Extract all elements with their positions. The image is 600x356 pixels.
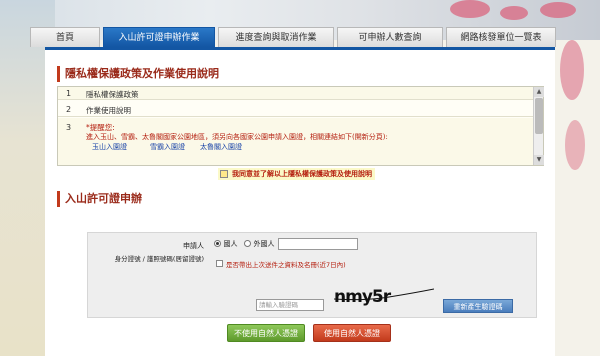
- radio-foreign-label: 外國人: [253, 240, 275, 248]
- id-label: 身分證號 / 護照號碼(居留證號): [114, 255, 204, 263]
- blossom-decoration: [565, 120, 585, 170]
- privacy-section-title: 隱私權保護政策及作業使用說明: [57, 66, 219, 82]
- row-number: 3: [66, 123, 72, 132]
- application-form: 申請人 身分證號 / 護照號碼(居留證號) 國人 外國人 是否帶出上次送件之資料…: [87, 232, 537, 318]
- link-shei-pa[interactable]: 雪霸入園證: [150, 142, 185, 152]
- radio-foreign-circle[interactable]: [244, 240, 251, 247]
- row-number: 1: [66, 89, 72, 98]
- link-taroko[interactable]: 太魯閣入園證: [200, 142, 242, 152]
- captcha-image: nmy5r: [333, 285, 435, 309]
- captcha-text: nmy5r: [334, 287, 391, 307]
- privacy-policy-link[interactable]: 隱私權保護政策: [86, 89, 139, 100]
- row-number: 2: [66, 105, 72, 114]
- captcha-input[interactable]: 請輸入驗證碼: [256, 299, 324, 311]
- list-item: 3 *提醒您: 進入玉山、雪霸、太魯閣國家公園地區，須另向各國家公園申請入園證，…: [58, 118, 534, 165]
- agree-checkbox-row[interactable]: 我同意並了解以上隱私權保護政策及使用說明: [218, 168, 375, 180]
- policy-list: 1 隱私權保護政策 2 作業使用說明 3 *提醒您: 進入玉山、雪霸、太魯閣國家…: [57, 86, 544, 166]
- radio-domestic-circle[interactable]: [214, 240, 221, 247]
- radio-domestic[interactable]: 國人: [214, 239, 238, 249]
- content-panel: 隱私權保護政策及作業使用說明 1 隱私權保護政策 2 作業使用說明 3 *提醒您…: [45, 47, 555, 356]
- scrollbar[interactable]: ▲ ▼: [533, 87, 544, 165]
- scroll-thumb[interactable]: [535, 98, 543, 134]
- radio-domestic-label: 國人: [223, 240, 238, 248]
- reuse-data-label: 是否帶出上次送件之資料及名冊(近7日內): [226, 261, 346, 269]
- no-certificate-button[interactable]: 不使用自然人憑證: [227, 324, 305, 342]
- blossom-decoration: [500, 6, 528, 20]
- tab-issuing-units[interactable]: 網路核發單位一覽表: [446, 27, 556, 47]
- link-yushan[interactable]: 玉山入園證: [92, 142, 127, 152]
- tab-home[interactable]: 首頁: [30, 27, 100, 47]
- application-section-title: 入山許可證申辦: [57, 191, 142, 207]
- scroll-down-icon[interactable]: ▼: [534, 155, 544, 165]
- agree-label: 我同意並了解以上隱私權保護政策及使用說明: [232, 170, 372, 178]
- tab-progress-query[interactable]: 進度查詢與取消作業: [218, 27, 334, 47]
- list-item[interactable]: 1 隱私權保護政策: [58, 87, 534, 100]
- blossom-decoration: [540, 2, 576, 18]
- label-column: 申請人 身分證號 / 護照號碼(居留證號): [88, 233, 208, 319]
- regenerate-captcha-button[interactable]: 重新產生驗證碼: [443, 299, 513, 313]
- certificate-button[interactable]: 使用自然人憑證: [313, 324, 391, 342]
- tab-quota-query[interactable]: 可申辦人數查詢: [337, 27, 443, 47]
- blossom-decoration: [450, 0, 490, 18]
- reuse-data-checkbox[interactable]: [216, 260, 223, 267]
- usage-guide-link[interactable]: 作業使用說明: [86, 105, 131, 116]
- notice-text: 進入玉山、雪霸、太魯閣國家公園地區，須另向各國家公園申請入園證，相關連結如下(開…: [86, 133, 388, 141]
- agree-checkbox[interactable]: [220, 170, 228, 178]
- id-number-input[interactable]: [278, 238, 358, 250]
- radio-foreign[interactable]: 外國人: [244, 239, 275, 249]
- list-item[interactable]: 2 作業使用說明: [58, 101, 534, 117]
- scroll-up-icon[interactable]: ▲: [534, 87, 544, 97]
- tab-permit-apply[interactable]: 入山許可證申辦作業: [103, 27, 215, 47]
- blossom-decoration: [560, 40, 584, 100]
- main-tabs: 首頁 入山許可證申辦作業 進度查詢與取消作業 可申辦人數查詢 網路核發單位一覽表: [30, 27, 590, 47]
- applicant-label: 申請人: [183, 242, 204, 250]
